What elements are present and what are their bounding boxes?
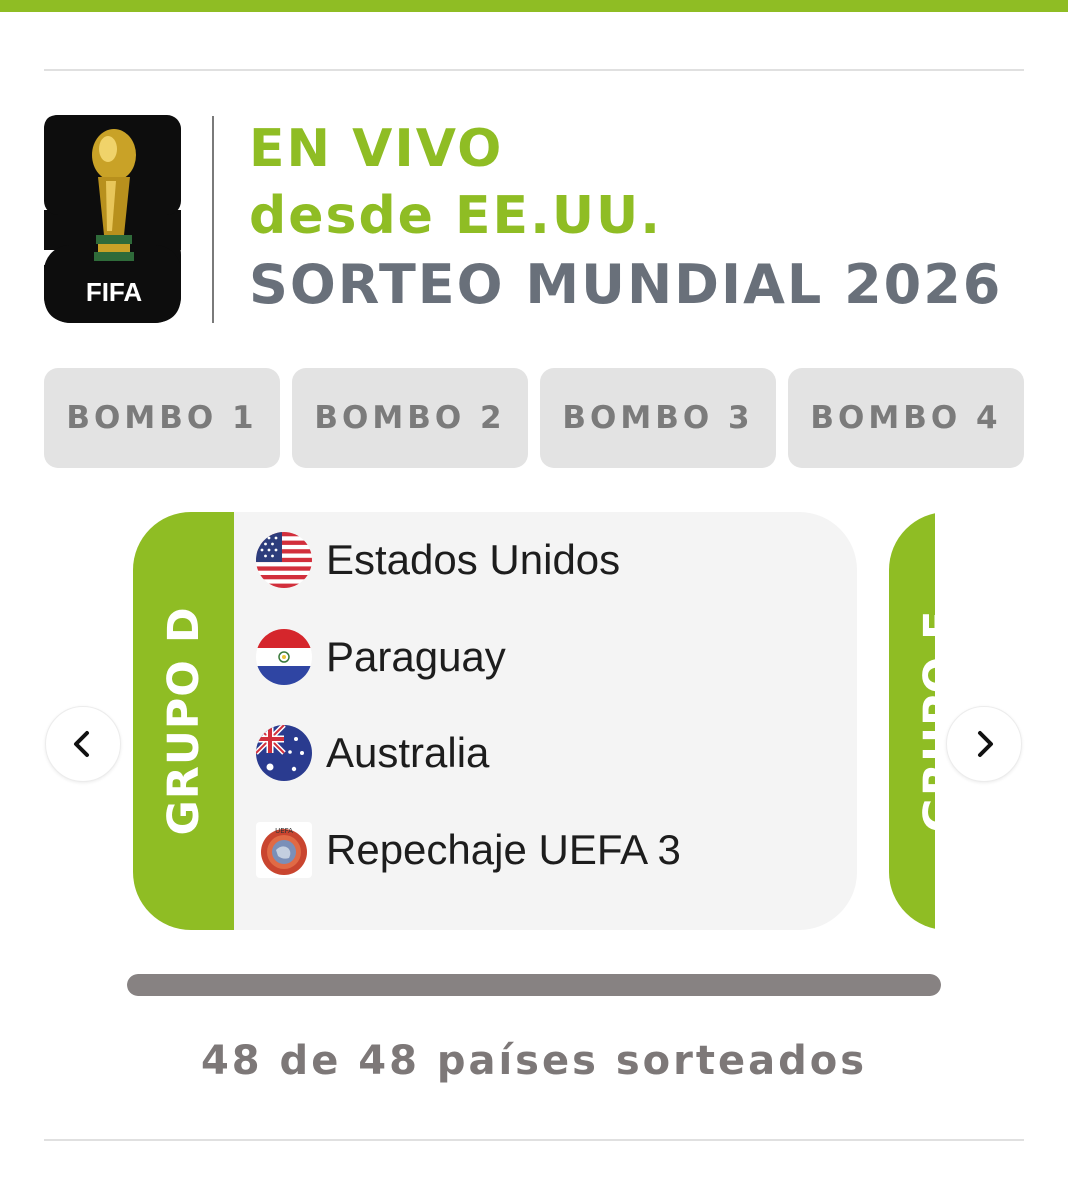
headline-location: desde EE.UU.	[249, 186, 663, 246]
team-name: Australia	[326, 729, 490, 776]
tab-bombo-4[interactable]: BOMBO 4	[788, 368, 1024, 468]
team-row: Estados Unidos	[256, 530, 620, 590]
group-card: GRUPO D Estados Unidos Paraguay Australi…	[133, 512, 857, 930]
top-divider	[44, 69, 1024, 71]
group-title: GRUPO D	[158, 606, 209, 836]
next-group-title: GRUPO E	[914, 610, 936, 833]
australia-flag-icon	[256, 725, 312, 781]
usa-flag-icon	[256, 532, 312, 588]
header-separator	[212, 116, 214, 323]
draw-progress-bar	[127, 974, 941, 996]
paraguay-flag-icon	[256, 629, 312, 685]
team-row: UEFA Repechaje UEFA 3	[256, 820, 681, 880]
draw-progress-fill	[127, 974, 941, 996]
tab-bombo-1[interactable]: BOMBO 1	[44, 368, 280, 468]
next-group-label-bar: GRUPO E	[889, 512, 935, 930]
bottom-divider	[44, 1139, 1024, 1141]
next-group-button[interactable]	[946, 706, 1022, 782]
team-name: Paraguay	[326, 633, 506, 680]
headline-title: SORTEO MUNDIAL 2026	[249, 253, 1003, 316]
previous-group-button[interactable]	[45, 706, 121, 782]
tab-bombo-2[interactable]: BOMBO 2	[292, 368, 528, 468]
chevron-left-icon	[74, 731, 89, 757]
headline-live: EN VIVO	[249, 119, 504, 179]
bombo-tabs: BOMBO 1 BOMBO 2 BOMBO 3 BOMBO 4	[44, 368, 1024, 468]
fifa-2026-logo: FIFA	[44, 115, 181, 323]
team-row: Australia	[256, 723, 489, 783]
team-name: Estados Unidos	[326, 536, 621, 583]
svg-text:UEFA: UEFA	[275, 827, 293, 835]
team-row: Paraguay	[256, 627, 506, 687]
draw-progress-label: 48 de 48 países sorteados	[200, 1038, 868, 1084]
uefa-logo-icon: UEFA	[256, 822, 312, 878]
chevron-right-icon	[978, 731, 993, 757]
fifa-wordmark: FIFA	[86, 277, 143, 307]
top-accent-bar	[0, 0, 1068, 12]
next-group-card[interactable]: GRUPO E	[889, 512, 935, 930]
team-name: Repechaje UEFA 3	[326, 826, 681, 873]
group-label-bar: GRUPO D	[133, 512, 234, 930]
tab-bombo-3[interactable]: BOMBO 3	[540, 368, 776, 468]
